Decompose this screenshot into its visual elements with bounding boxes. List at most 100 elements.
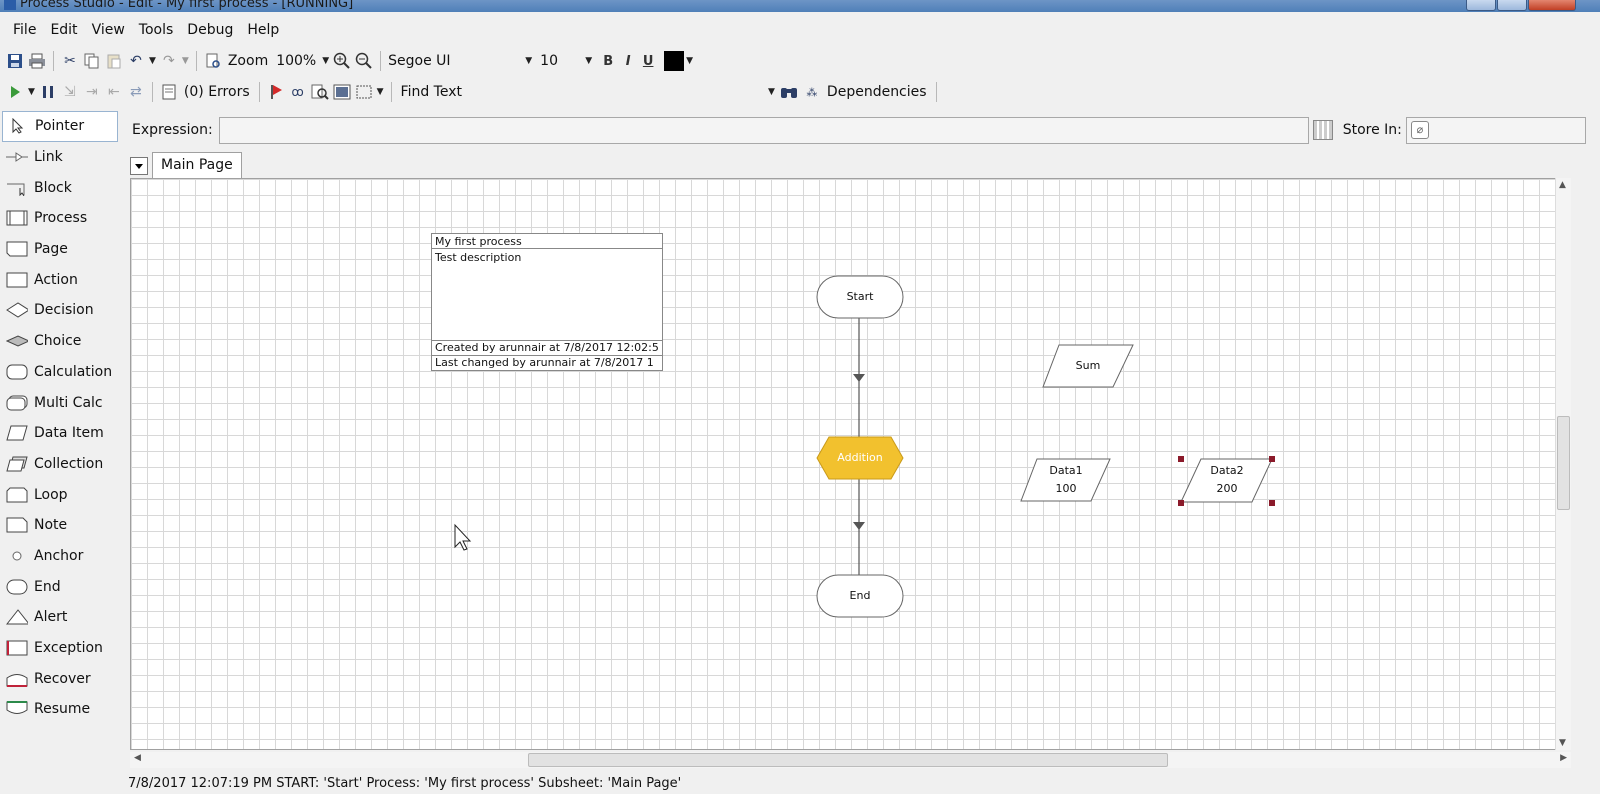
palette-item-resume[interactable]: Resume [0, 694, 122, 725]
palette-item-collection[interactable]: Collection [0, 449, 122, 480]
process-canvas[interactable]: My first process Test description Create… [130, 178, 1571, 750]
palette-item-decision[interactable]: Decision [0, 295, 122, 326]
palette-item-alert[interactable]: Alert [0, 602, 122, 633]
palette-label: Note [34, 517, 68, 534]
palette-item-choice[interactable]: Choice [0, 326, 122, 357]
palette-item-recover[interactable]: Recover [0, 663, 122, 694]
palette-item-end[interactable]: End [0, 571, 122, 602]
color-dropdown-icon[interactable]: ▼ [686, 56, 693, 66]
selection-handle[interactable] [1178, 456, 1184, 462]
fit-icon[interactable] [355, 81, 373, 103]
panel-icon[interactable] [333, 81, 351, 103]
scroll-down-icon[interactable]: ▼ [1559, 738, 1566, 748]
print-icon[interactable] [28, 50, 46, 72]
expression-input[interactable] [218, 116, 1309, 144]
page-tabs: Main Page [130, 152, 242, 178]
palette-item-process[interactable]: Process [0, 203, 122, 234]
zoom-dropdown-icon[interactable]: ▼ [322, 56, 329, 66]
errors-button[interactable]: (0) Errors [184, 84, 250, 100]
store-in-field[interactable]: ⌀ [1405, 116, 1586, 144]
copy-icon[interactable] [83, 50, 101, 72]
scroll-up-icon[interactable]: ▲ [1559, 180, 1566, 190]
selection-handle[interactable] [1269, 500, 1275, 506]
errors-icon[interactable] [160, 81, 178, 103]
chevron-down-icon: ▼ [525, 56, 533, 66]
palette-item-exception[interactable]: Exception [0, 633, 122, 664]
menu-file[interactable]: File [6, 22, 43, 38]
palette-label: Data Item [34, 425, 104, 442]
dependencies-icon[interactable]: ⁂ [803, 81, 821, 103]
bold-button[interactable]: B [598, 54, 618, 69]
horizontal-scrollbar[interactable]: ◀ ▶ [130, 752, 1571, 768]
link-arrow-icon [853, 522, 865, 530]
palette-label: Calculation [34, 363, 113, 380]
fit-dropdown-icon[interactable]: ▼ [377, 87, 384, 97]
menu-edit[interactable]: Edit [43, 22, 84, 38]
step-icon[interactable]: ⇲ [61, 81, 79, 103]
dependencies-button[interactable]: Dependencies [827, 84, 927, 100]
underline-button[interactable]: U [638, 54, 658, 69]
text-color-swatch[interactable] [664, 51, 685, 71]
scroll-right-icon[interactable]: ▶ [1560, 753, 1567, 763]
vertical-scrollbar[interactable]: ▲ ▼ [1555, 178, 1571, 750]
palette-item-data-item[interactable]: Data Item [0, 418, 122, 449]
menu-view[interactable]: View [85, 22, 132, 38]
zoom-in-icon[interactable] [333, 50, 351, 72]
palette-item-note[interactable]: Note [0, 510, 122, 541]
cut-icon[interactable]: ✂ [61, 50, 79, 72]
breakpoint-flag-icon[interactable] [267, 81, 285, 103]
palette-item-calculation[interactable]: Calculation [0, 357, 122, 388]
calculator-icon[interactable] [1312, 120, 1333, 140]
palette-item-pointer[interactable]: Pointer [2, 111, 118, 142]
vertical-scroll-thumb[interactable] [1557, 416, 1570, 510]
undo-icon[interactable]: ↶ [127, 50, 145, 72]
font-name-select[interactable]: Segoe UI ▼ [386, 50, 536, 72]
multi-calc-icon [6, 395, 28, 411]
menu-tools[interactable]: Tools [132, 22, 181, 38]
menu-help[interactable]: Help [240, 22, 286, 38]
palette-item-page[interactable]: Page [0, 234, 122, 265]
flow-diagram [454, 275, 1275, 618]
search-icon[interactable] [311, 81, 329, 103]
redo-icon[interactable]: ↷ [160, 50, 178, 72]
zoom-page-icon[interactable] [204, 50, 222, 72]
italic-button[interactable]: I [618, 54, 638, 69]
run-dropdown-icon[interactable]: ▼ [28, 87, 35, 97]
palette-item-loop[interactable]: Loop [0, 479, 122, 510]
find-text-input[interactable] [466, 81, 766, 103]
binoculars-icon[interactable] [779, 81, 799, 103]
tab-main-page[interactable]: Main Page [152, 152, 242, 178]
menu-debug[interactable]: Debug [180, 22, 240, 38]
find-text-label: Find Text [400, 84, 462, 100]
run-icon[interactable] [6, 81, 24, 103]
palette-item-link[interactable]: Link [0, 142, 122, 173]
paste-icon[interactable] [105, 50, 123, 72]
step-over-icon[interactable]: ⇥ [83, 81, 101, 103]
selection-handle[interactable] [1178, 500, 1184, 506]
palette-item-action[interactable]: Action [0, 264, 122, 295]
mouse-cursor-icon [454, 523, 472, 551]
watch-glasses-icon[interactable]: ꝏ [289, 81, 307, 103]
font-size-select[interactable]: 10 ▼ [536, 50, 598, 72]
selection-handle[interactable] [1269, 456, 1275, 462]
paperclip-icon[interactable]: ⌀ [1410, 121, 1429, 139]
maximize-button[interactable] [1497, 0, 1527, 11]
redo-dropdown-icon[interactable]: ▼ [182, 56, 189, 66]
step-out-icon[interactable]: ⇤ [105, 81, 123, 103]
minimize-button[interactable] [1466, 0, 1496, 11]
pause-icon[interactable] [39, 81, 57, 103]
undo-dropdown-icon[interactable]: ▼ [149, 56, 156, 66]
zoom-out-icon[interactable] [355, 50, 373, 72]
save-icon[interactable] [6, 50, 24, 72]
store-in-label: Store In: [1342, 122, 1402, 138]
palette-item-multi-calc[interactable]: Multi Calc [0, 387, 122, 418]
find-dropdown-icon[interactable]: ▼ [768, 87, 775, 97]
palette-item-block[interactable]: Block [0, 172, 122, 203]
tabs-menu-dropdown[interactable] [130, 157, 148, 175]
palette-item-anchor[interactable]: Anchor [0, 541, 122, 572]
scroll-left-icon[interactable]: ◀ [134, 753, 141, 763]
horizontal-scroll-thumb[interactable] [528, 753, 1168, 767]
restart-icon[interactable]: ⇄ [127, 81, 145, 103]
close-button[interactable] [1528, 0, 1576, 11]
zoom-select[interactable]: 100% [276, 53, 316, 69]
